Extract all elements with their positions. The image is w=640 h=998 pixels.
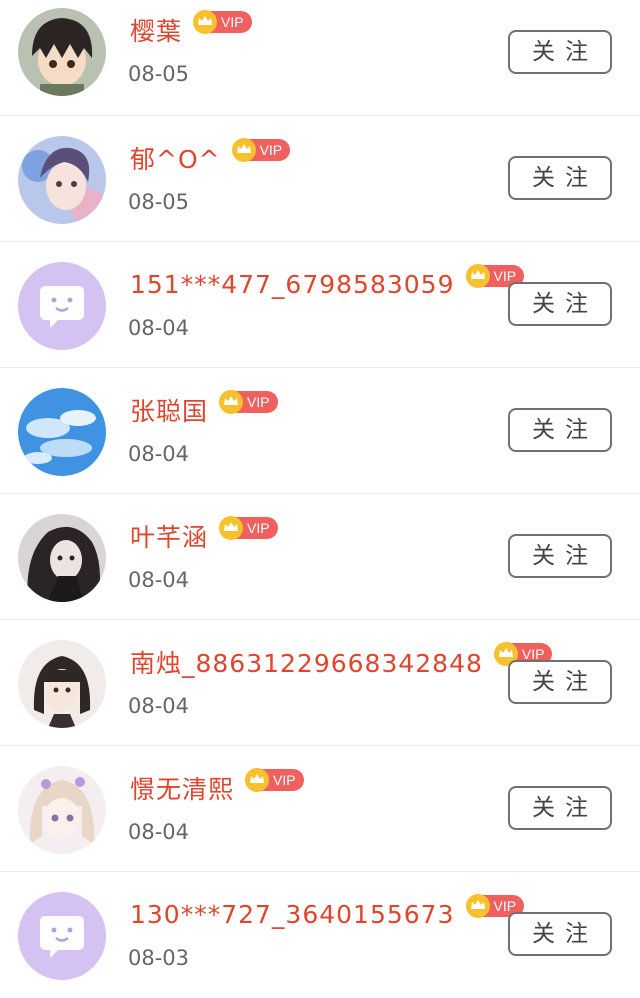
follow-button[interactable]: 关注: [508, 408, 612, 452]
vip-badge: VIP: [219, 516, 278, 540]
crown-icon: [465, 263, 491, 289]
user-name[interactable]: 叶芊涵: [130, 518, 208, 554]
list-item[interactable]: 叶芊涵 VIP 08-04 关注: [0, 494, 640, 620]
avatar[interactable]: [18, 8, 106, 96]
list-item[interactable]: 樱葉 VIP 08-05 关注: [0, 0, 640, 116]
vip-badge: VIP: [245, 768, 304, 792]
follow-button[interactable]: 关注: [508, 282, 612, 326]
user-name[interactable]: 151***477_6798583059: [130, 270, 455, 299]
follow-date: 08-04: [128, 442, 190, 466]
list-item[interactable]: 130***727_3640155673 VIP 08-03 关注: [0, 872, 640, 998]
crown-icon: [244, 767, 270, 793]
user-name[interactable]: 郁^O^: [130, 140, 221, 176]
crown-icon: [231, 137, 257, 163]
following-list: 樱葉 VIP 08-05 关注 郁^O^ VIP 08-05 关注 151***…: [0, 0, 640, 998]
avatar[interactable]: [18, 892, 106, 980]
follow-button[interactable]: 关注: [508, 912, 612, 956]
follow-date: 08-05: [128, 190, 190, 214]
follow-date: 08-04: [128, 820, 190, 844]
vip-badge: VIP: [231, 138, 291, 162]
list-item[interactable]: 南烛_88631229668342848 VIP 08-04 关注: [0, 620, 640, 746]
list-item[interactable]: 151***477_6798583059 VIP 08-04 关注: [0, 242, 640, 368]
avatar[interactable]: [18, 136, 106, 224]
follow-date: 08-05: [128, 62, 190, 86]
follow-date: 08-04: [128, 568, 190, 592]
follow-button[interactable]: 关注: [508, 786, 612, 830]
avatar[interactable]: [18, 388, 106, 476]
avatar[interactable]: [18, 514, 106, 602]
avatar[interactable]: [18, 640, 106, 728]
follow-button[interactable]: 关注: [508, 30, 612, 74]
user-name[interactable]: 憬无清熙: [130, 770, 234, 806]
avatar[interactable]: [18, 262, 106, 350]
user-name[interactable]: 130***727_3640155673: [130, 900, 455, 929]
follow-date: 08-04: [128, 316, 190, 340]
follow-date: 08-04: [128, 694, 190, 718]
vip-badge: VIP: [219, 390, 278, 414]
follow-button[interactable]: 关注: [508, 534, 612, 578]
follow-button[interactable]: 关注: [508, 660, 612, 704]
user-name[interactable]: 南烛_88631229668342848: [130, 644, 483, 680]
user-name[interactable]: 张聪国: [130, 392, 208, 428]
list-item[interactable]: 张聪国 VIP 08-04 关注: [0, 368, 640, 494]
vip-badge: VIP: [193, 10, 252, 34]
user-name[interactable]: 樱葉: [130, 12, 182, 48]
crown-icon: [465, 893, 491, 919]
crown-icon: [218, 389, 244, 415]
avatar[interactable]: [18, 766, 106, 854]
list-item[interactable]: 憬无清熙 VIP 08-04 关注: [0, 746, 640, 872]
crown-icon: [192, 9, 218, 35]
list-item[interactable]: 郁^O^ VIP 08-05 关注: [0, 116, 640, 242]
crown-icon: [218, 515, 244, 541]
follow-date: 08-03: [128, 946, 190, 970]
follow-button[interactable]: 关注: [508, 156, 612, 200]
